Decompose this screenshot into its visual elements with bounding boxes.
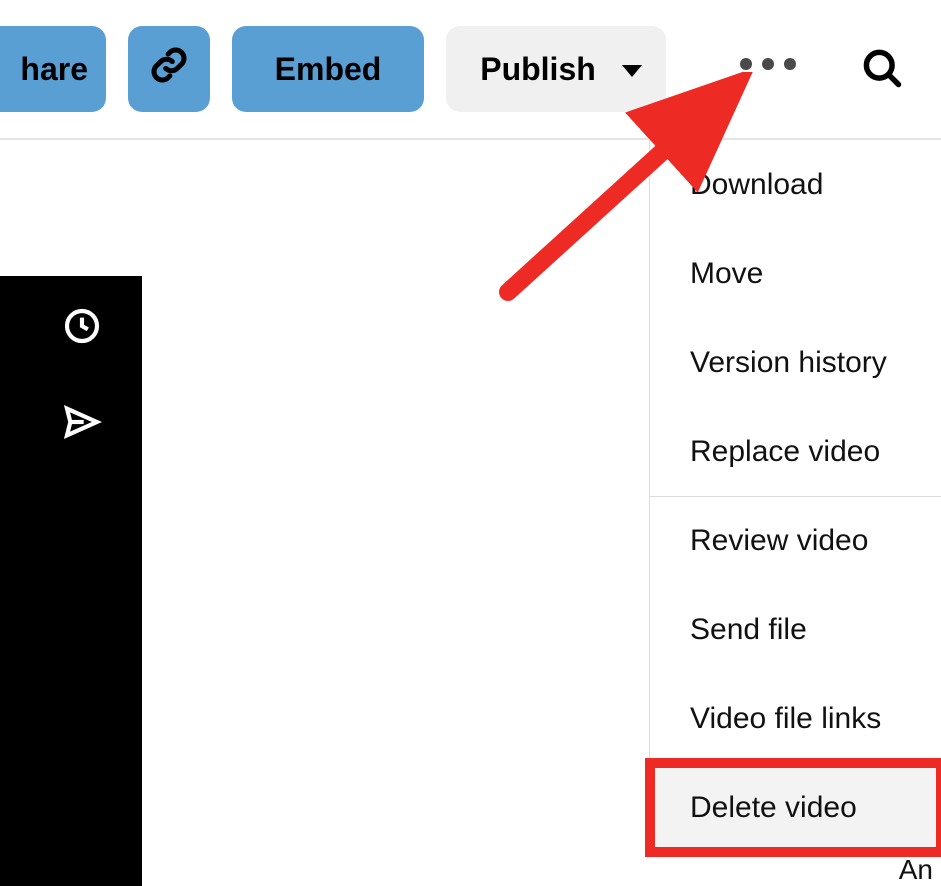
menu-item-version-history[interactable]: Version history <box>650 318 941 407</box>
menu-cutoff-fragment: An <box>649 852 941 886</box>
menu-item-move[interactable]: Move <box>650 229 941 318</box>
menu-item-label: Delete video <box>690 791 857 825</box>
chevron-down-icon <box>622 65 642 77</box>
menu-item-label: Send file <box>690 613 807 647</box>
more-options-button[interactable] <box>730 48 806 80</box>
menu-item-label: Version history <box>690 346 887 380</box>
menu-item-label: Move <box>690 257 763 291</box>
dot-icon <box>784 58 796 70</box>
embed-button[interactable]: Embed <box>232 26 424 112</box>
menu-item-label: Download <box>690 168 823 202</box>
share-button-label: hare <box>20 51 88 88</box>
search-icon <box>860 77 904 94</box>
menu-cutoff-text: An <box>899 854 933 886</box>
menu-item-label: Video file links <box>690 702 881 736</box>
watch-later-button[interactable] <box>62 306 102 346</box>
share-button[interactable]: hare <box>0 26 106 112</box>
copy-link-button[interactable] <box>128 26 210 112</box>
more-options-menu: Download Move Version history Replace vi… <box>649 140 941 853</box>
menu-item-download[interactable]: Download <box>650 140 941 229</box>
dot-icon <box>740 58 752 70</box>
video-preview-panel <box>0 276 142 886</box>
menu-item-label: Review video <box>690 524 868 558</box>
menu-item-video-file-links[interactable]: Video file links <box>650 674 941 763</box>
dot-icon <box>762 58 774 70</box>
send-button[interactable] <box>62 402 102 442</box>
menu-item-send-file[interactable]: Send file <box>650 585 941 674</box>
search-button[interactable] <box>860 46 904 90</box>
top-toolbar: hare Embed Publish <box>0 0 941 140</box>
link-icon <box>149 45 189 93</box>
menu-item-replace-video[interactable]: Replace video <box>650 407 941 496</box>
menu-item-label: Replace video <box>690 435 880 469</box>
menu-item-review-video[interactable]: Review video <box>650 496 941 585</box>
paper-plane-icon <box>62 429 102 446</box>
publish-button-label: Publish <box>480 51 596 88</box>
menu-item-delete-video[interactable]: Delete video <box>650 763 941 852</box>
embed-button-label: Embed <box>275 51 382 88</box>
publish-button[interactable]: Publish <box>446 26 666 112</box>
clock-icon <box>62 333 102 350</box>
